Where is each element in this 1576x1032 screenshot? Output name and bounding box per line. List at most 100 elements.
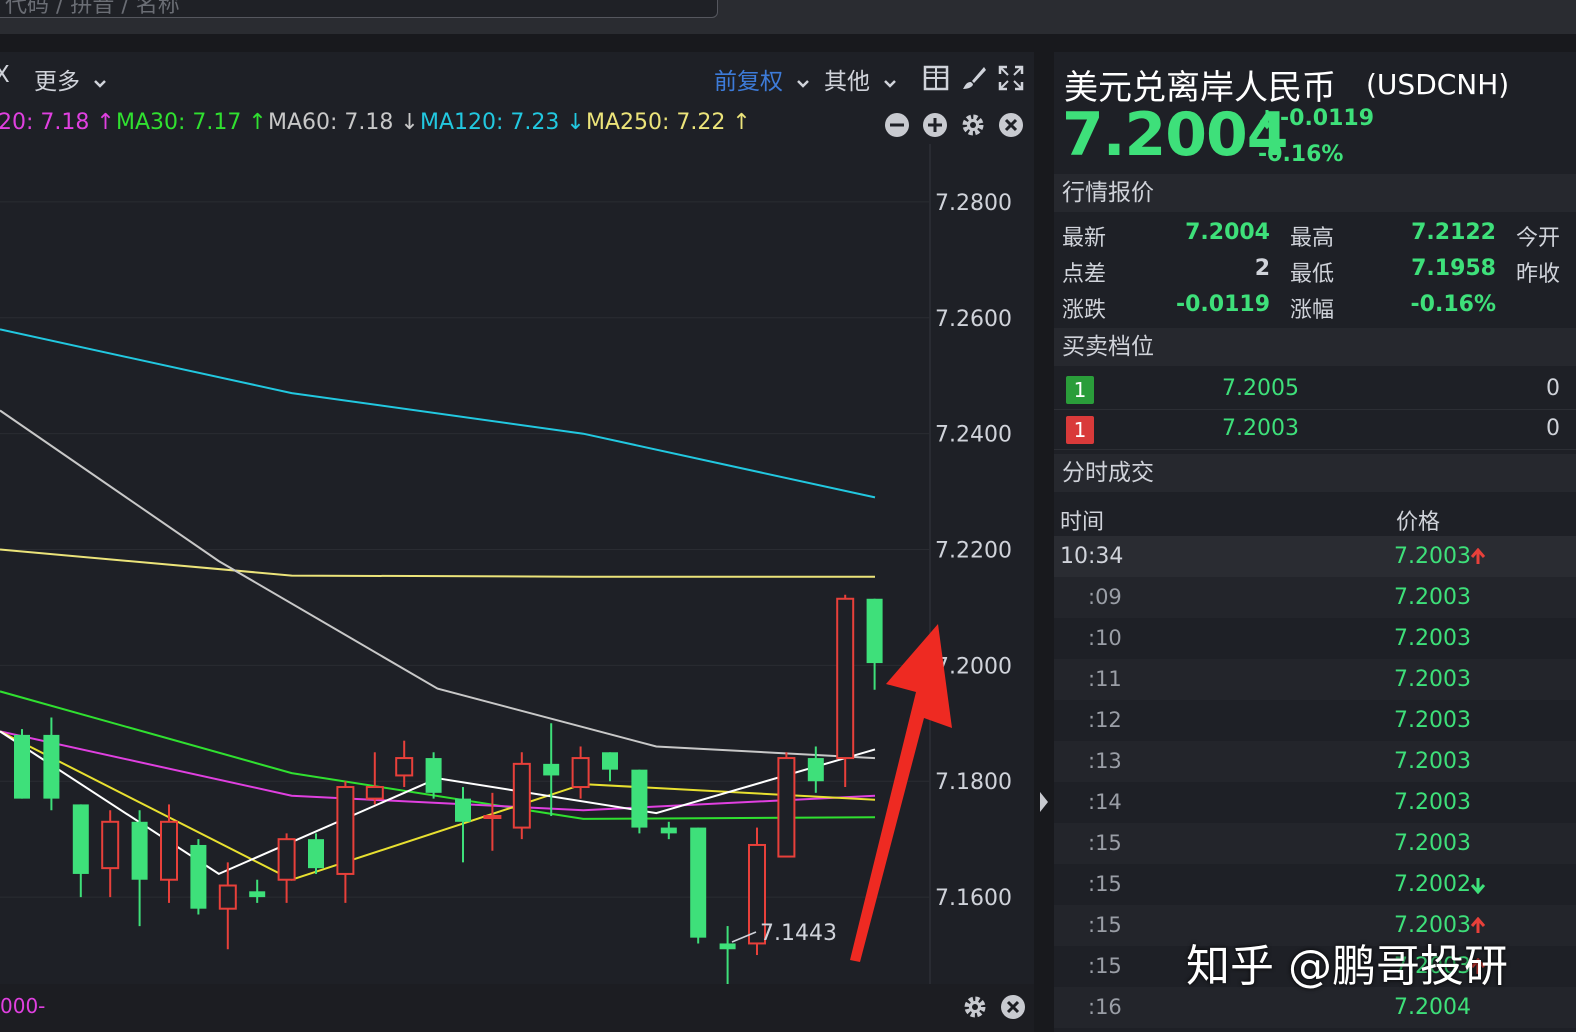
fullscreen-icon[interactable] — [997, 64, 1025, 92]
order-book-ask[interactable]: 1 7.2005 0 — [1054, 370, 1576, 410]
tick-row: :15 7.2002 — [1054, 864, 1576, 905]
high-label: 最高 — [1290, 226, 1335, 251]
tick-time: :14 — [1088, 790, 1122, 814]
candle-body — [218, 884, 237, 910]
ma60-label: MA60: 7.18 ↓ — [268, 110, 419, 135]
candle — [631, 769, 648, 834]
close-circle-icon[interactable] — [998, 112, 1024, 138]
candle-body — [160, 820, 178, 881]
candle-body — [14, 734, 30, 799]
other-label: 其他 — [824, 69, 870, 95]
candle — [690, 827, 707, 944]
candle-body — [131, 821, 148, 880]
brush-icon[interactable] — [960, 64, 988, 92]
candle-body — [483, 815, 502, 819]
y-axis: 7.2800 7.2600 7.2400 7.2200 7.2000 7.1800 7.16… — [935, 191, 1012, 911]
candle-body — [631, 769, 648, 828]
ask-level-badge: 1 — [1066, 376, 1094, 404]
quote-panel: 美元兑离岸人民币 (USDCNH) 7.2004 -0.0119 -0.16% … — [1054, 52, 1576, 1032]
kline-chart[interactable]: 7.2800 7.2600 7.2400 7.2200 7.2000 7.1800 7.16… — [0, 144, 1034, 984]
candle — [425, 752, 442, 799]
candle-body — [512, 762, 531, 829]
y-tick-label: 7.1800 — [935, 770, 1012, 795]
ask-volume: 0 — [1546, 376, 1560, 401]
tick-price: 7.2002 — [1394, 872, 1471, 897]
price-change-pct: -0.16% — [1258, 142, 1344, 167]
tick-price: 7.2004 — [1394, 995, 1471, 1020]
tick-time: :09 — [1088, 585, 1122, 609]
panel-divider — [1034, 52, 1054, 1032]
arrow-up-icon — [1470, 548, 1486, 564]
ticks-header: 时间 价格 — [1054, 496, 1576, 537]
ticks-header-time: 时间 — [1060, 510, 1105, 535]
candle-body — [777, 757, 796, 858]
close-circle-icon[interactable] — [1000, 994, 1026, 1020]
ma30-label: MA30: 7.17 ↑ — [116, 110, 267, 135]
candle-body — [602, 752, 618, 770]
tick-time: :15 — [1088, 872, 1122, 896]
section-ticks-title: 分时成交 — [1054, 454, 1576, 492]
chart-panel: X 更多 前复权 其他 20: 7.18 ↑ MA30: 7.17 ↑ MA60… — [0, 52, 1034, 1032]
section-quote-title: 行情报价 — [1054, 174, 1576, 212]
arrow-down-icon — [1470, 878, 1486, 894]
y-tick-label: 7.1600 — [935, 886, 1012, 911]
low-label: 最低 — [1290, 262, 1335, 287]
candle-body — [190, 844, 207, 909]
tick-time: :15 — [1088, 954, 1122, 978]
tick-time: :15 — [1088, 913, 1122, 937]
order-book-bid[interactable]: 1 7.2003 0 — [1054, 410, 1576, 450]
sub-indicator-label: 000- — [0, 994, 46, 1018]
candle-body — [455, 798, 471, 822]
other-menu-button[interactable]: 其他 — [824, 62, 897, 96]
candle-body — [365, 786, 384, 800]
tick-time: :13 — [1088, 749, 1122, 773]
candle-body — [571, 757, 590, 789]
candle-body — [308, 839, 324, 869]
more-label: 更多 — [34, 69, 80, 95]
tick-row: :10 7.2003 — [1054, 618, 1576, 659]
tick-price: 7.2003 — [1394, 585, 1471, 610]
tick-time: :11 — [1088, 667, 1122, 691]
ma20-label: 20: 7.18 ↑ — [0, 110, 115, 135]
y-tick-label: 7.2000 — [935, 654, 1012, 679]
candle-body — [249, 891, 266, 898]
bid-level-badge: 1 — [1066, 416, 1094, 444]
tick-price: 7.2003 — [1394, 626, 1471, 651]
expand-panel-icon[interactable] — [1038, 790, 1050, 814]
top-bar: 代码 / 拼音 / 名称 — [0, 0, 1576, 34]
minus-circle-icon[interactable] — [884, 112, 910, 138]
tick-price: 7.2003 — [1394, 667, 1471, 692]
chart-toolbar: X 更多 前复权 其他 — [0, 52, 1034, 104]
grid-layout-icon[interactable] — [922, 64, 950, 92]
tick-price: 7.2003 — [1394, 749, 1471, 774]
gear-icon[interactable] — [960, 112, 986, 138]
close-partial-text[interactable]: X — [0, 62, 10, 88]
more-menu-button[interactable]: 更多 — [34, 62, 107, 96]
adjust-label: 前复权 — [714, 69, 783, 95]
candle-body — [660, 827, 677, 834]
gear-icon[interactable] — [962, 994, 988, 1020]
tick-row: :12 7.2003 — [1054, 700, 1576, 741]
y-tick-label: 7.2200 — [935, 539, 1012, 564]
change-pct-label: 涨幅 — [1290, 298, 1335, 323]
prev-close-label: 昨收 — [1516, 262, 1561, 287]
tick-price: 7.2003 — [1394, 831, 1471, 856]
high-value: 7.2122 — [1411, 220, 1496, 245]
plus-circle-icon[interactable] — [922, 112, 948, 138]
low-value: 7.1958 — [1411, 256, 1496, 281]
candle — [512, 752, 531, 840]
candle-body — [395, 757, 414, 777]
tick-time: 10:34 — [1060, 544, 1124, 569]
last-price: 7.2004 — [1062, 100, 1289, 170]
candle-body — [719, 943, 736, 950]
candle — [14, 729, 30, 799]
search-input[interactable]: 代码 / 拼音 / 名称 — [0, 0, 718, 18]
bid-price: 7.2003 — [1222, 416, 1299, 441]
candle-body — [277, 838, 296, 881]
tick-price: 7.2003 — [1394, 790, 1471, 815]
candle-body — [690, 827, 707, 938]
instrument-code: (USDCNH) — [1366, 68, 1510, 101]
candle-body — [72, 804, 89, 874]
change-pct-value: -0.16% — [1410, 292, 1496, 317]
adjust-menu-button[interactable]: 前复权 — [714, 62, 810, 96]
